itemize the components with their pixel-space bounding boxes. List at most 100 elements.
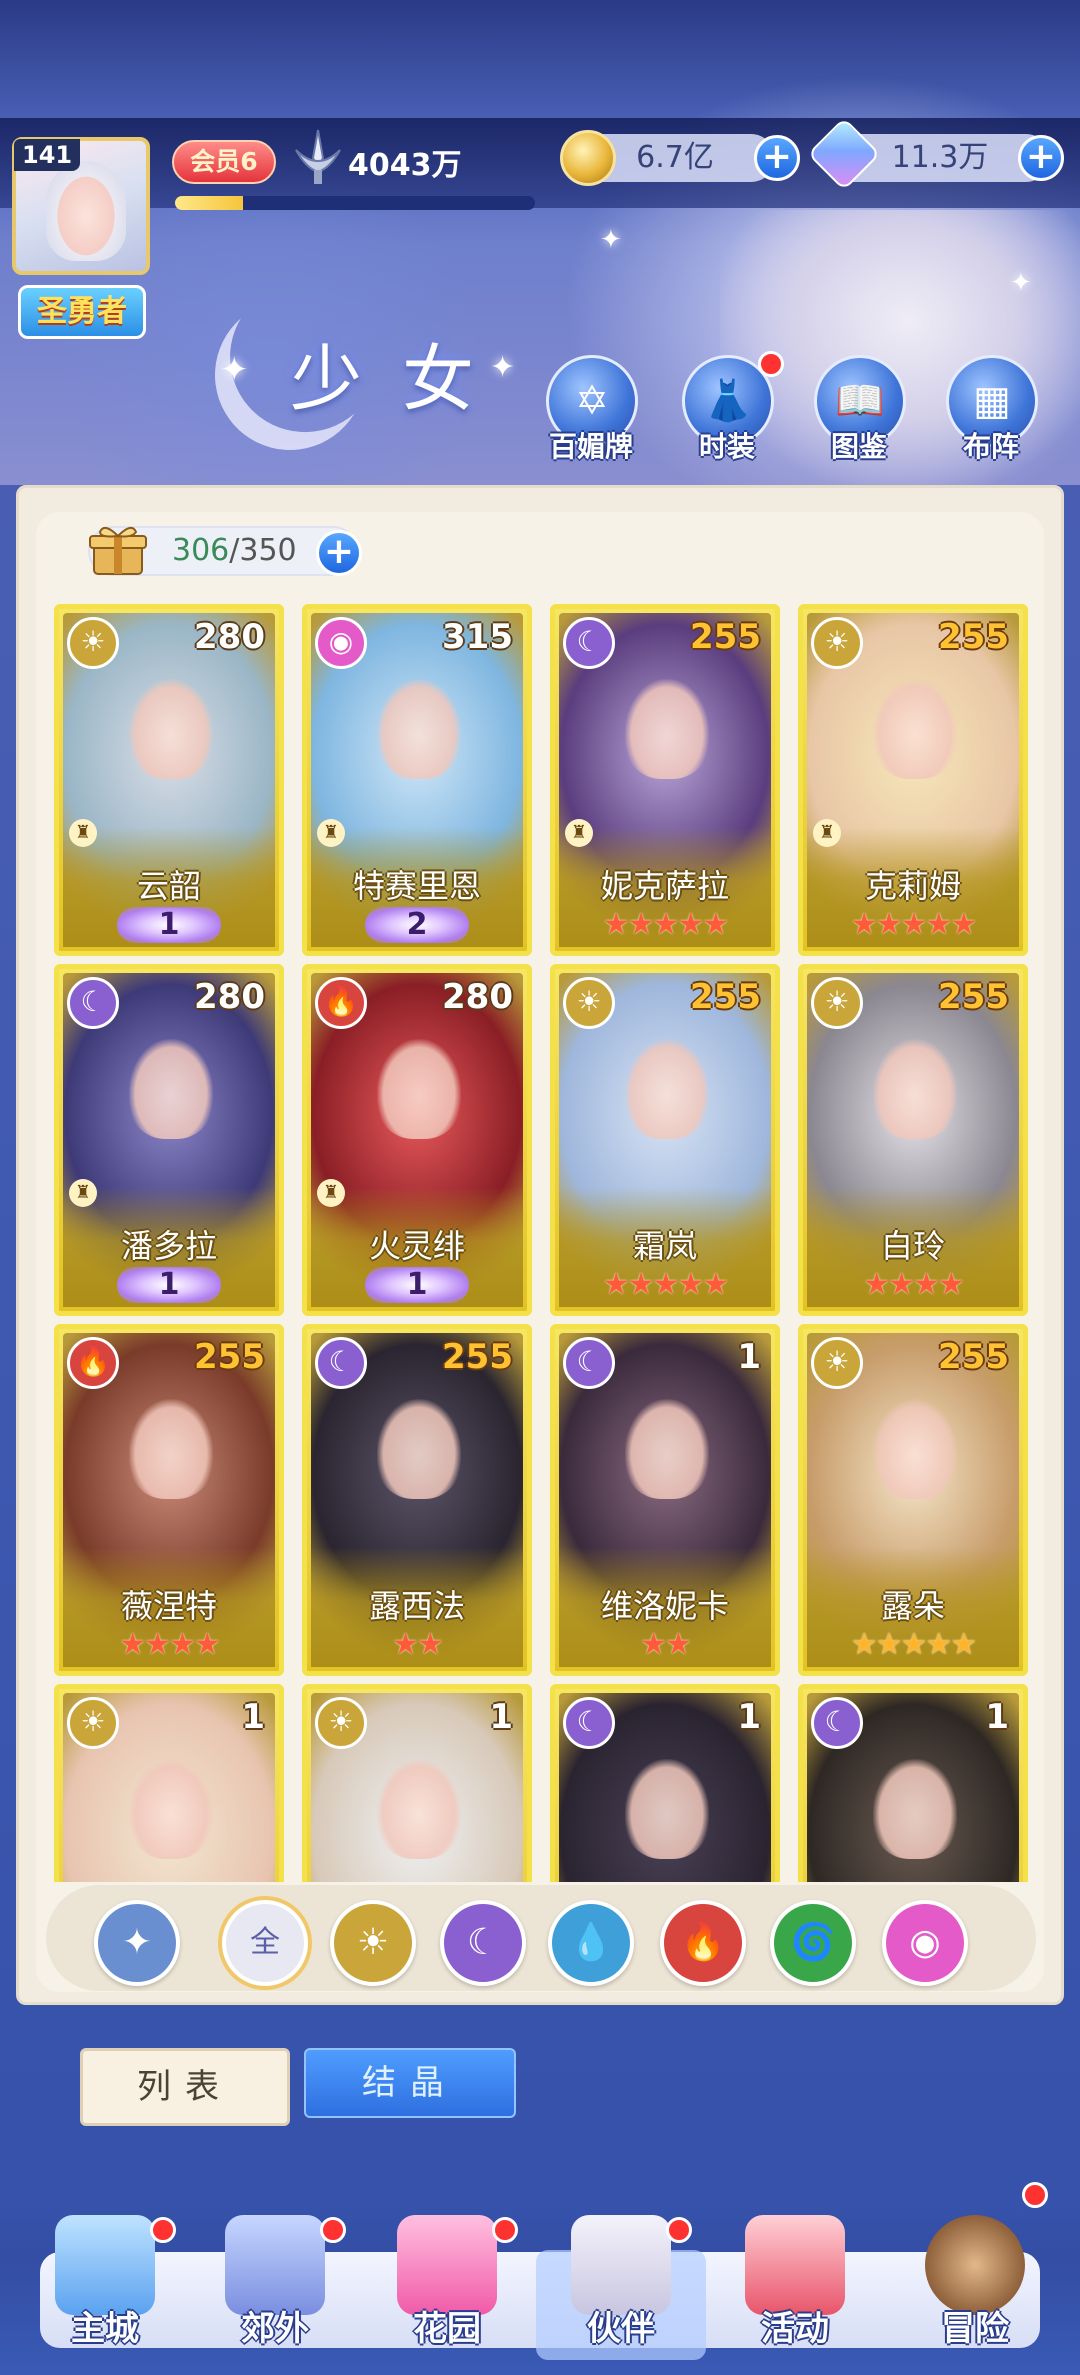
feature-label: 图鉴 xyxy=(830,430,887,463)
notification-dot xyxy=(320,2217,346,2243)
moon-element-icon: ☾ xyxy=(563,617,615,669)
character-face xyxy=(625,1759,709,1859)
vip-progress-bar xyxy=(175,196,535,210)
character-name: 克莉姆 xyxy=(864,867,961,905)
character-card[interactable]: 🔥 255 薇涅特 ★★★★ xyxy=(54,1324,284,1676)
star-rating: ★★★★★ xyxy=(850,1627,977,1662)
awaken-wing-badge: 1 xyxy=(365,1267,469,1303)
character-level: 315 xyxy=(442,617,513,657)
nav-gift[interactable]: 活动 xyxy=(720,2215,870,2355)
star-rating: ★★★★ xyxy=(863,1267,965,1302)
character-card[interactable]: ☀ 255 露朵 ★★★★★ xyxy=(798,1324,1028,1676)
character-level: 255 xyxy=(442,1337,513,1377)
feature-button-0[interactable]: ✡ 百媚牌 xyxy=(536,355,646,465)
heart-icon xyxy=(397,2215,497,2315)
sun-element-icon: ☀ xyxy=(563,977,615,1029)
roster-count: 306/350 xyxy=(172,533,297,568)
moon-element-icon: ☾ xyxy=(811,1697,863,1749)
character-card[interactable]: ☾ 1 维洛妮卡 ★★ xyxy=(550,1324,780,1676)
sun-filter[interactable]: ☀ xyxy=(330,1900,416,1986)
roster-count-separator: / xyxy=(229,533,240,568)
castle-icon xyxy=(55,2215,155,2315)
character-level: 1 xyxy=(489,1697,513,1737)
character-card[interactable]: ☾ 1 xyxy=(798,1684,1028,1882)
character-name: 霜岚 xyxy=(632,1227,697,1265)
character-card[interactable]: ☾ 280 ♜ 潘多拉 1 xyxy=(54,964,284,1316)
feature-label: 百媚牌 xyxy=(548,430,633,463)
character-card[interactable]: ☀ 1 xyxy=(302,1684,532,1882)
feature-button-3[interactable]: ▦ 布阵 xyxy=(936,355,1046,465)
character-card[interactable]: ☀ 1 xyxy=(54,1684,284,1882)
fire-filter[interactable]: 🔥 xyxy=(660,1900,746,1986)
wind-wing-filter[interactable]: ✦ xyxy=(94,1900,180,1986)
feature-button-2[interactable]: 📖 图鉴 xyxy=(804,355,914,465)
character-face xyxy=(873,679,957,779)
player-title-badge[interactable]: 圣勇者 xyxy=(18,285,146,339)
tab-crystal[interactable]: 结晶 xyxy=(304,2048,516,2118)
character-face xyxy=(129,1759,213,1859)
feature-label: 布阵 xyxy=(962,430,1019,463)
character-card[interactable]: ☀ 255 白玲 ★★★★ xyxy=(798,964,1028,1316)
nav-castle[interactable]: 主城 xyxy=(30,2215,180,2355)
nav-label: 郊外 xyxy=(241,2309,309,2349)
nav-portal[interactable]: 郊外 xyxy=(200,2215,350,2355)
character-name: 维洛妮卡 xyxy=(600,1587,729,1625)
star-rating: ★★★★★ xyxy=(602,907,729,942)
character-card[interactable]: ☾ 255 ♜ 妮克萨拉 ★★★★★ xyxy=(550,604,780,956)
moon-element-icon: ☾ xyxy=(67,977,119,1029)
class-rook-icon: ♜ xyxy=(565,819,593,847)
water-filter[interactable]: 💧 xyxy=(548,1900,634,1986)
character-card[interactable]: ☀ 255 霜岚 ★★★★★ xyxy=(550,964,780,1316)
sun-element-icon: ☀ xyxy=(315,1697,367,1749)
sparkle-icon: ✦ xyxy=(1010,268,1032,298)
character-face xyxy=(129,1039,213,1139)
gold-value: 6.7亿 xyxy=(636,140,714,175)
feature-button-1[interactable]: 👗 时装 xyxy=(672,351,784,465)
expand-roster-button[interactable]: + xyxy=(316,530,362,576)
add-gem-button[interactable]: + xyxy=(1018,135,1064,181)
star-rating: ★★ xyxy=(392,1627,444,1662)
nav-partner[interactable]: 伙伴 xyxy=(536,2215,706,2360)
add-gold-button[interactable]: + xyxy=(754,135,800,181)
gold-coin-icon xyxy=(560,130,616,186)
fire-element-icon: 🔥 xyxy=(315,977,367,1029)
feature-label: 时装 xyxy=(698,430,755,463)
character-face xyxy=(377,1399,461,1499)
nav-label: 冒险 xyxy=(941,2309,1009,2349)
sparkle-icon: ✦ xyxy=(220,350,249,390)
gift-icon xyxy=(745,2215,845,2315)
sword-power-icon xyxy=(295,129,341,184)
pink-orb-filter[interactable]: ◉ xyxy=(882,1900,968,1986)
class-rook-icon: ♜ xyxy=(813,819,841,847)
character-card[interactable]: ☀ 255 ♜ 克莉姆 ★★★★★ xyxy=(798,604,1028,956)
character-card[interactable]: ◉ 315 ♜ 特赛里恩 2 xyxy=(302,604,532,956)
character-level: 255 xyxy=(690,617,761,657)
sun-element-icon: ☀ xyxy=(811,617,863,669)
sun-element-icon: ☀ xyxy=(811,1337,863,1389)
character-card[interactable]: ☾ 1 xyxy=(550,1684,780,1882)
vip-badge[interactable]: 会员6 xyxy=(172,140,276,184)
tab-list[interactable]: 列表 xyxy=(80,2048,290,2126)
character-name: 白玲 xyxy=(880,1227,945,1265)
sun-element-icon: ☀ xyxy=(67,617,119,669)
character-name: 妮克萨拉 xyxy=(600,867,729,905)
compass-icon xyxy=(925,2215,1025,2315)
moon-filter[interactable]: ☾ xyxy=(440,1900,526,1986)
player-level: 141 xyxy=(14,139,81,171)
character-card[interactable]: 🔥 280 ♜ 火灵绯 1 xyxy=(302,964,532,1316)
moon-element-icon: ☾ xyxy=(563,1697,615,1749)
character-face xyxy=(873,1039,957,1139)
star-rating: ★★★★★ xyxy=(602,1267,729,1302)
awaken-wing-badge: 1 xyxy=(117,1267,221,1303)
character-level: 280 xyxy=(442,977,513,1017)
all-filter[interactable]: 全 xyxy=(222,1900,308,1986)
character-card[interactable]: ☾ 255 露西法 ★★ xyxy=(302,1324,532,1676)
wind-filter[interactable]: 🌀 xyxy=(770,1900,856,1986)
character-card[interactable]: ☀ 280 ♜ 云韶 1 xyxy=(54,604,284,956)
character-level: 255 xyxy=(194,1337,265,1377)
nav-compass[interactable]: 冒险 xyxy=(900,2182,1050,2355)
character-face xyxy=(377,1759,461,1859)
character-grid: ☀ 280 ♜ 云韶 1 ◉ 315 ♜ 特赛里恩 2 ☾ 255 ♜ 妮克萨拉 ★★★★★ ☀ 255 ♜ 克莉姆… xyxy=(50,600,1032,1882)
nav-heart[interactable]: 花园 xyxy=(372,2215,522,2355)
character-name: 云韶 xyxy=(136,867,201,905)
